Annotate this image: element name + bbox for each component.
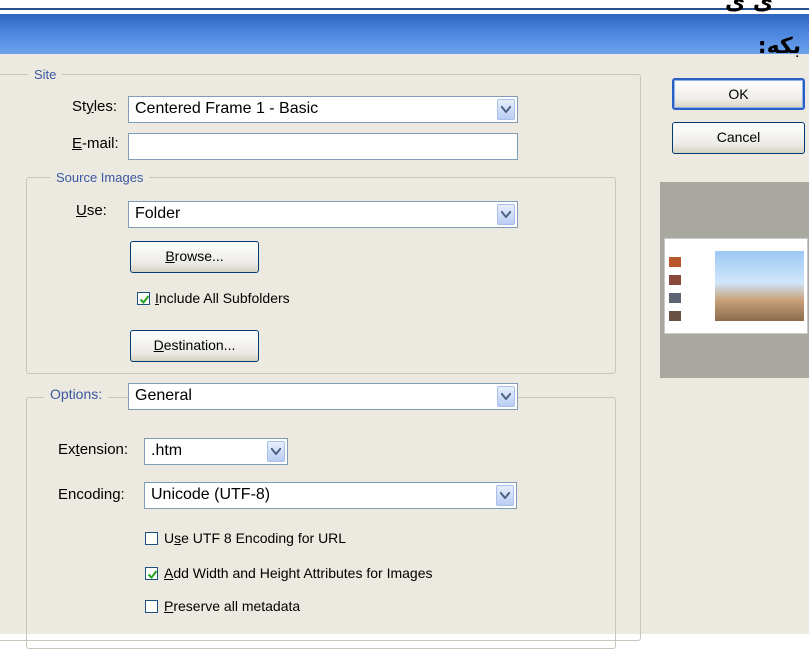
rtl-overlay-text: بکه:: [757, 34, 801, 59]
options-value: General: [135, 387, 192, 404]
utf8-url-checkbox[interactable]: [145, 532, 158, 545]
extension-select[interactable]: .htm: [144, 438, 288, 465]
preserve-metadata-label: Preserve all metadata: [164, 598, 301, 614]
styles-dropdown-arrow-icon[interactable]: [497, 99, 515, 120]
dialog-body: Site Styles: Centered Frame 1 - Basic E-…: [0, 54, 809, 649]
styles-select[interactable]: Centered Frame 1 - Basic: [128, 96, 518, 123]
include-subfolders-checkbox[interactable]: [137, 292, 150, 305]
styles-label: Styles:: [72, 98, 118, 115]
destination-button[interactable]: Destination...: [130, 330, 259, 362]
encoding-select[interactable]: Unicode (UTF-8): [144, 482, 517, 509]
preview-page-thumbnail: [664, 238, 808, 334]
use-value: Folder: [135, 205, 181, 222]
preserve-metadata-checkbox[interactable]: [145, 600, 158, 613]
use-dropdown-arrow-icon[interactable]: [497, 204, 515, 225]
top-strip: [0, 0, 809, 14]
top-glyph-text: ی ی: [725, 0, 773, 15]
browse-button[interactable]: Browse...: [130, 241, 259, 273]
include-subfolders-label: Include All Subfolders: [155, 290, 290, 306]
preview-photo: [715, 251, 804, 321]
style-preview: [660, 182, 809, 378]
use-label: Use:: [76, 202, 107, 219]
styles-value: Centered Frame 1 - Basic: [135, 100, 319, 117]
options-group: [26, 397, 616, 649]
extension-label: Extension:: [58, 441, 129, 458]
options-select[interactable]: General: [128, 383, 518, 410]
add-width-height-checkbox[interactable]: [145, 567, 158, 580]
use-select[interactable]: Folder: [128, 201, 518, 228]
source-images-legend: Source Images: [50, 170, 150, 185]
options-legend: Options:: [44, 386, 109, 402]
title-bar: [0, 14, 809, 54]
encoding-label: Encoding:: [58, 486, 125, 503]
extension-dropdown-arrow-icon[interactable]: [267, 441, 285, 462]
ok-button[interactable]: OK: [672, 78, 805, 110]
encoding-dropdown-arrow-icon[interactable]: [496, 485, 514, 506]
email-label: E-mail:: [72, 135, 119, 152]
add-width-height-label: Add Width and Height Attributes for Imag…: [164, 565, 433, 581]
encoding-value: Unicode (UTF-8): [151, 486, 271, 503]
cancel-button[interactable]: Cancel: [672, 122, 805, 154]
site-legend: Site: [28, 67, 63, 82]
utf8-url-label: Use UTF 8 Encoding for URL: [164, 530, 347, 546]
email-input[interactable]: [128, 133, 518, 160]
extension-value: .htm: [151, 442, 183, 459]
options-dropdown-arrow-icon[interactable]: [497, 386, 515, 407]
